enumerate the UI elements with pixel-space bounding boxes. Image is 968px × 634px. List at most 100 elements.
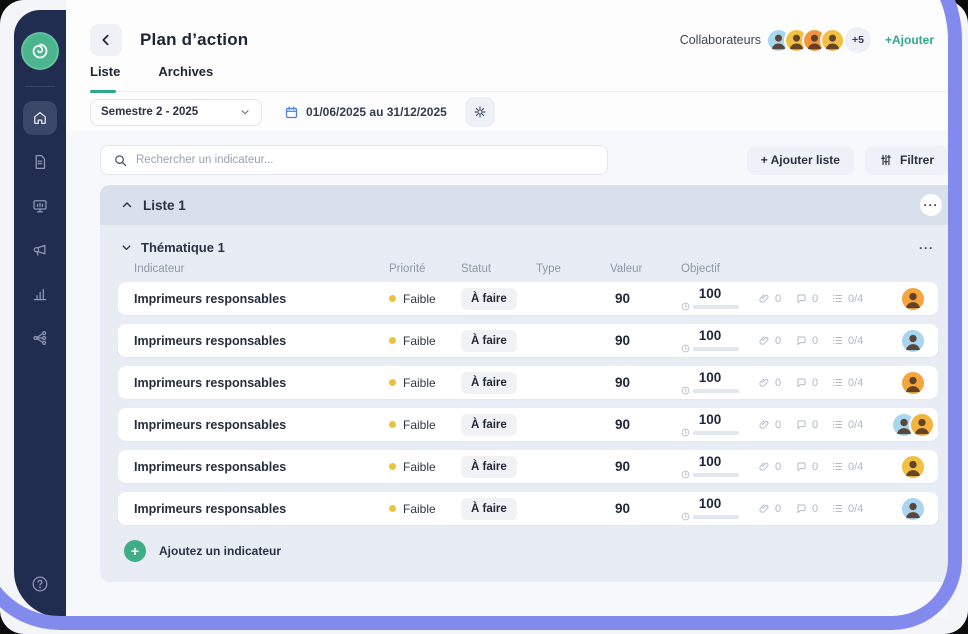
sidebar-item-communication[interactable] [23,233,57,267]
avatar-overflow-badge[interactable]: +5 [845,27,871,53]
filter-button[interactable]: Filtrer [865,146,948,175]
avatar[interactable] [820,28,845,53]
assignee-avatars[interactable] [888,496,938,522]
tasks-count[interactable]: 0/4 [831,292,888,305]
tab-archives[interactable]: Archives [158,64,213,91]
comment-icon [795,460,808,473]
attachments-count[interactable]: 0 [758,292,795,305]
bar-chart-icon [31,285,49,303]
value-cell: 90 [610,501,681,516]
priority-cell: Faible [389,418,461,432]
avatar[interactable] [900,286,926,312]
add-indicator-button[interactable]: + Ajoutez un indicateur [124,540,956,562]
checklist-icon [831,376,844,389]
indicator-row[interactable]: Imprimeurs responsables Faible À faire 9… [118,450,938,483]
tab-liste[interactable]: Liste [90,64,120,91]
avatar[interactable] [900,370,926,396]
clock-icon [681,386,690,395]
megaphone-icon [31,241,49,259]
avatar[interactable] [900,454,926,480]
value-cell: 90 [610,459,681,474]
comments-count[interactable]: 0 [795,460,831,473]
priority-dot-icon [389,379,396,386]
date-range-picker[interactable]: 01/06/2025 au 31/12/2025 [284,105,447,120]
document-icon [31,153,49,171]
search-box[interactable] [100,145,608,175]
back-button[interactable] [90,24,122,56]
settings-button[interactable] [465,97,495,127]
indicator-name: Imprimeurs responsables [134,376,389,390]
assignee-avatars[interactable] [888,328,938,354]
collaborators-label: Collaborateurs [680,33,761,47]
thematic-title: Thématique 1 [141,240,225,255]
avatar[interactable] [900,328,926,354]
comments-count[interactable]: 0 [795,292,831,305]
tasks-count[interactable]: 0/4 [831,334,888,347]
help-button[interactable] [23,567,57,601]
list-title: Liste 1 [143,198,186,213]
attachments-count[interactable]: 0 [758,460,795,473]
comments-count[interactable]: 0 [795,418,831,431]
priority-cell: Faible [389,292,461,306]
status-badge: À faire [461,456,517,478]
progress-bar [693,515,739,519]
comments-count[interactable]: 0 [795,376,831,389]
sidebar-item-home[interactable] [23,101,57,135]
priority-dot-icon [389,421,396,428]
list-menu-button[interactable]: ··· [920,194,942,216]
comments-count[interactable]: 0 [795,502,831,515]
assignee-avatars[interactable] [888,370,938,396]
brand-spiral-icon[interactable] [21,32,59,70]
status-badge: À faire [461,330,517,352]
value-cell: 90 [610,375,681,390]
assignee-avatars[interactable] [888,454,938,480]
tasks-count[interactable]: 0/4 [831,502,888,515]
assignee-avatars[interactable] [888,412,938,438]
objective-cell: 100 [681,496,739,521]
chevron-down-icon [120,241,133,254]
status-badge: À faire [461,498,517,520]
question-mark-icon [30,574,50,594]
attachments-count[interactable]: 0 [758,502,795,515]
sidebar-item-documents[interactable] [23,145,57,179]
tasks-count[interactable]: 0/4 [831,460,888,473]
indicator-row[interactable]: Imprimeurs responsables Faible À faire 9… [118,492,938,525]
progress-bar [693,347,739,351]
avatar[interactable] [900,496,926,522]
comment-icon [795,292,808,305]
tasks-count[interactable]: 0/4 [831,376,888,389]
indicator-row[interactable]: Imprimeurs responsables Faible À faire 9… [118,324,938,357]
status-badge: À faire [461,288,517,310]
checklist-icon [831,292,844,305]
avatar[interactable] [909,412,935,438]
clock-icon [681,302,690,311]
page-title: Plan d’action [140,30,248,50]
comments-count[interactable]: 0 [795,334,831,347]
indicator-row[interactable]: Imprimeurs responsables Faible À faire 9… [118,282,938,315]
sidebar-item-statistics[interactable] [23,277,57,311]
clock-icon [681,470,690,479]
indicator-name: Imprimeurs responsables [134,502,389,516]
list-header[interactable]: Liste 1 ··· [100,185,956,225]
add-collaborator-button[interactable]: +Ajouter [885,33,934,47]
add-list-button[interactable]: + Ajouter liste [747,146,854,175]
assignee-avatars[interactable] [888,286,938,312]
tasks-count[interactable]: 0/4 [831,418,888,431]
thematic-menu-button[interactable]: ··· [919,241,934,255]
indicator-row[interactable]: Imprimeurs responsables Faible À faire 9… [118,366,938,399]
attachments-count[interactable]: 0 [758,334,795,347]
attachments-count[interactable]: 0 [758,418,795,431]
collaborator-avatars[interactable] [773,28,845,53]
search-input[interactable] [136,154,595,166]
attachments-count[interactable]: 0 [758,376,795,389]
priority-dot-icon [389,337,396,344]
indicator-name: Imprimeurs responsables [134,418,389,432]
indicator-row[interactable]: Imprimeurs responsables Faible À faire 9… [118,408,938,441]
rows: Imprimeurs responsables Faible À faire 9… [100,282,956,525]
sidebar-item-network[interactable] [23,321,57,355]
period-select[interactable]: Semestre 2 - 2025 [90,99,262,126]
comment-icon [795,502,808,515]
sidebar-item-dashboard[interactable] [23,189,57,223]
progress-bar [693,473,739,477]
paperclip-icon [758,292,771,305]
